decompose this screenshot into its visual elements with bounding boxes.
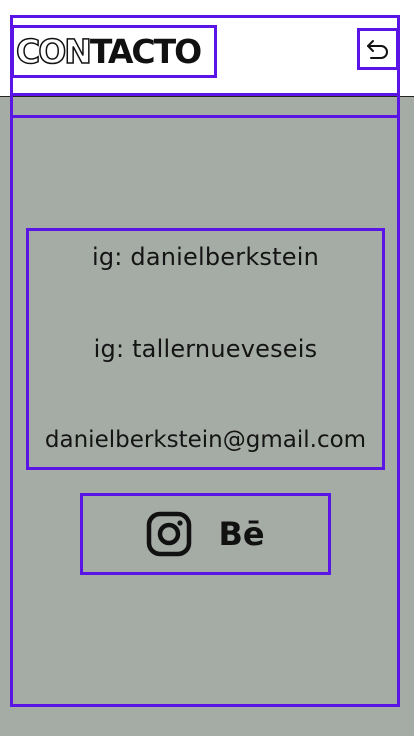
back-button[interactable] bbox=[357, 28, 399, 70]
email-link[interactable]: danielberkstein@gmail.com bbox=[29, 427, 382, 453]
contact-info: ig: danielberkstein ig: tallernueveseis … bbox=[26, 228, 385, 470]
logo-outline-text: CON bbox=[15, 32, 92, 71]
behance-link[interactable]: Bē bbox=[218, 515, 264, 553]
instagram-link[interactable] bbox=[146, 511, 192, 557]
back-arrow-icon bbox=[367, 40, 388, 59]
logo-solid-text: TACTO bbox=[89, 32, 202, 71]
header-divider bbox=[10, 93, 400, 96]
page-title: CON TACTO bbox=[11, 25, 217, 78]
social-links: Bē bbox=[80, 493, 331, 575]
behance-icon: Bē bbox=[218, 515, 265, 553]
instagram-handle-tallernueveseis[interactable]: ig: tallernueveseis bbox=[29, 335, 382, 363]
instagram-icon bbox=[147, 511, 192, 557]
instagram-handle-danielberkstein[interactable]: ig: danielberkstein bbox=[29, 243, 382, 271]
